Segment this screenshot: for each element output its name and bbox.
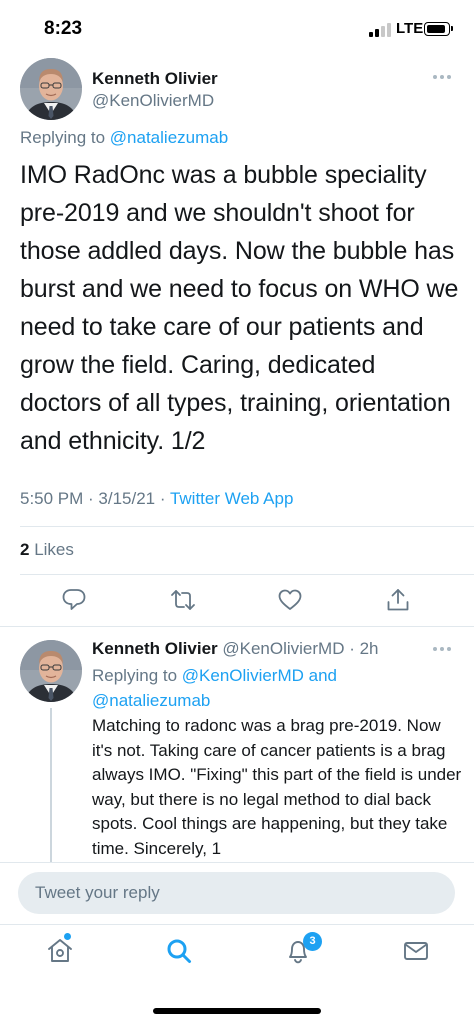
reply-avatar[interactable] — [20, 640, 82, 702]
reply-author-name[interactable]: Kenneth Olivier — [92, 639, 218, 658]
reply-mention-link-2[interactable]: @nataliezumab — [92, 691, 210, 710]
divider — [0, 924, 474, 925]
tab-search-icon[interactable] — [164, 936, 194, 966]
tweet-meta: 5:50 PM · 3/15/21 · Twitter Web App — [20, 489, 293, 509]
reply-more-options-icon[interactable] — [433, 646, 453, 652]
home-new-content-dot — [64, 933, 71, 940]
divider — [0, 626, 474, 627]
notifications-badge: 3 — [303, 932, 322, 951]
reply-replying-to: Replying to @KenOlivierMD and @nataliezum… — [92, 663, 452, 713]
reply-mention-joiner: and — [303, 666, 337, 685]
share-icon[interactable] — [385, 587, 411, 613]
status-time: 8:23 — [44, 18, 83, 39]
battery-icon — [424, 22, 453, 36]
divider — [0, 862, 474, 863]
reply-header[interactable]: Kenneth Olivier @KenOlivierMD · 2h — [92, 639, 379, 659]
like-heart-icon[interactable] — [277, 587, 303, 613]
status-bar: 8:23 LTE — [0, 0, 474, 56]
signal-strength-icon — [369, 23, 393, 37]
reply-composer-placeholder: Tweet your reply — [35, 883, 160, 902]
likes-link[interactable]: 2 Likes — [20, 540, 74, 560]
retweet-icon[interactable] — [169, 587, 195, 613]
replying-to: Replying to @nataliezumab — [20, 128, 228, 148]
tweet-timestamp: 5:50 PM · 3/15/21 · — [20, 489, 170, 508]
battery-fill — [426, 24, 445, 33]
tab-messages-icon[interactable] — [401, 936, 431, 966]
tab-home-icon[interactable] — [45, 936, 75, 966]
home-indicator[interactable] — [153, 1008, 321, 1014]
divider — [20, 526, 474, 527]
more-options-icon[interactable] — [433, 74, 453, 80]
likes-label: Likes — [29, 540, 74, 559]
divider — [20, 574, 474, 575]
reply-composer-input[interactable]: Tweet your reply — [18, 872, 455, 914]
reply-icon[interactable] — [61, 587, 87, 613]
tweet-source-app-link[interactable]: Twitter Web App — [170, 489, 293, 508]
replying-prefix: Replying to — [20, 128, 106, 147]
replying-mention-link[interactable]: @nataliezumab — [110, 128, 228, 147]
tweet-text: IMO RadOnc was a bubble speciality pre-2… — [20, 161, 459, 455]
reply-replying-prefix: Replying to — [92, 666, 182, 685]
author-name[interactable]: Kenneth Olivier — [92, 69, 218, 89]
author-handle[interactable]: @KenOlivierMD — [92, 91, 214, 111]
thread-connector-line — [50, 708, 52, 863]
reply-author-handle: @KenOlivierMD · 2h — [222, 639, 379, 658]
avatar[interactable] — [20, 58, 82, 120]
network-type: LTE — [396, 20, 424, 37]
reply-tweet-text[interactable]: Matching to radonc was a brag pre-2019. … — [92, 714, 462, 862]
reply-mention-link-1[interactable]: @KenOlivierMD — [182, 666, 304, 685]
